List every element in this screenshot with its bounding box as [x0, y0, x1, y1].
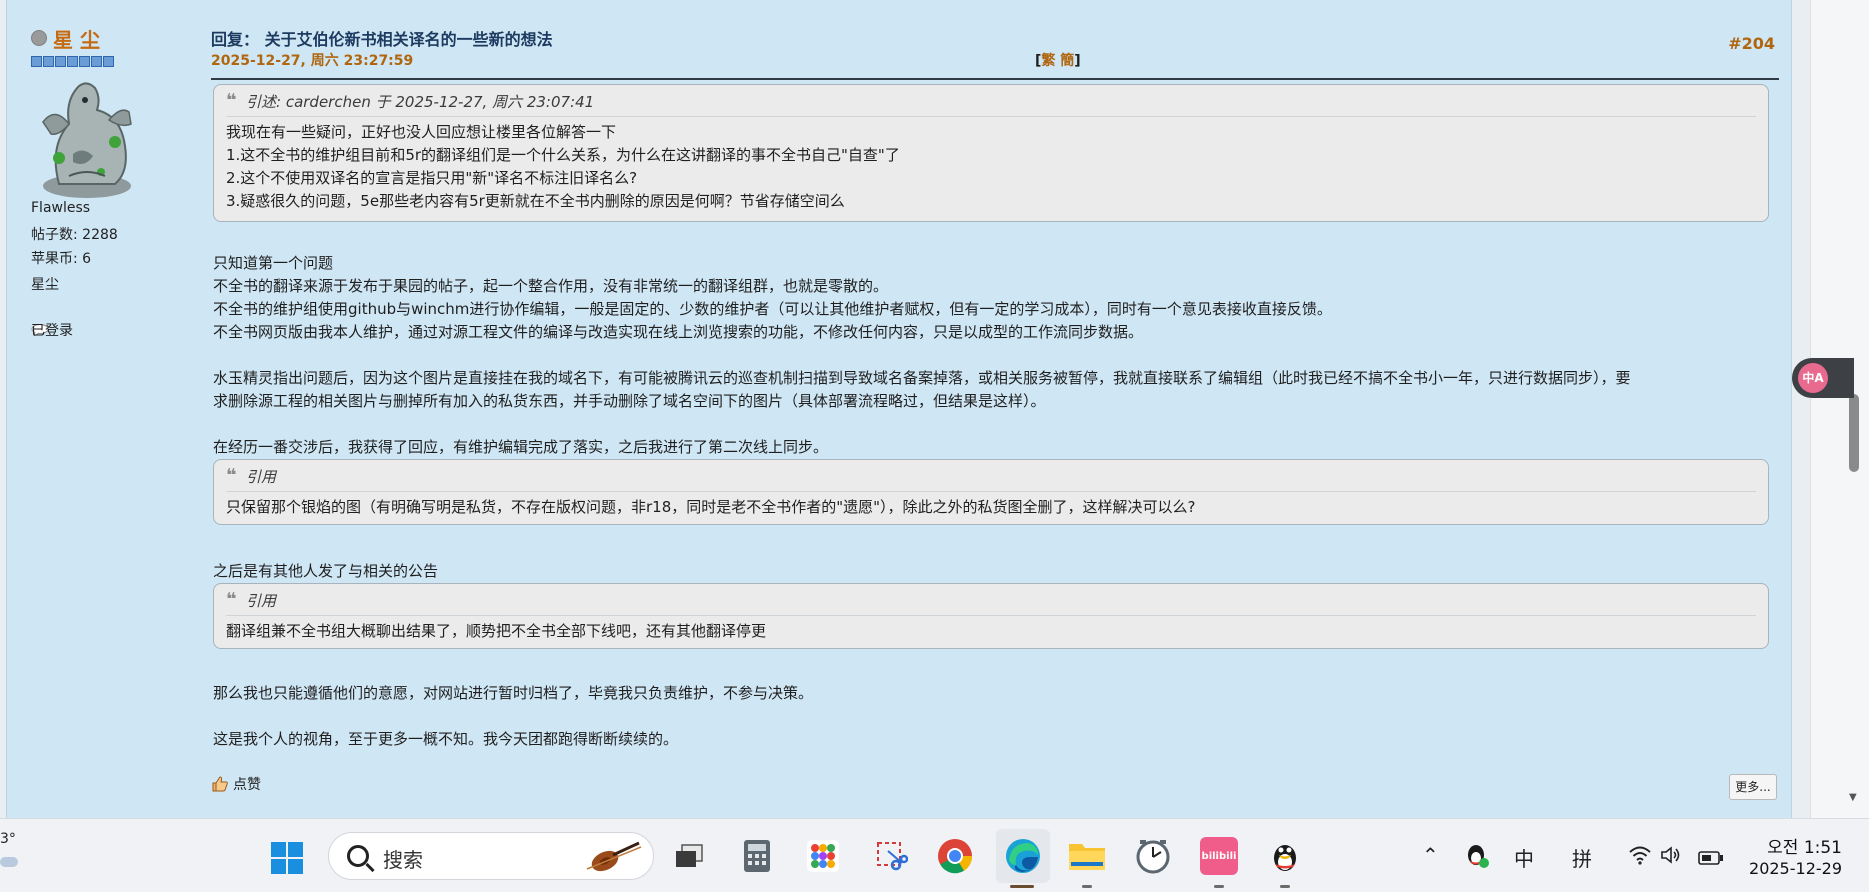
edge-active-indicator	[1010, 885, 1034, 888]
scrollbar-track[interactable]: ▼	[1810, 0, 1869, 818]
trad-simp-toggle: [繁 簡]	[1035, 53, 1081, 69]
like-label: 点赞	[233, 777, 261, 793]
volume-icon[interactable]	[1660, 845, 1682, 870]
quote-header-text: 引述: carderchen 于 2025-12-27, 周六 23:07:41	[246, 93, 595, 111]
quote-mark-icon: ❝	[226, 465, 237, 486]
post-date: 2025-12-27, 周六 23:27:59	[211, 53, 414, 69]
forum-post: 星 尘 Flawless 帖子数: 2288 苹果币: 6 星尘 已登录 回复：…	[6, 0, 1792, 818]
calculator-app[interactable]	[738, 837, 776, 875]
more-button[interactable]: 更多...	[1729, 774, 1777, 800]
clock-app[interactable]	[1134, 837, 1172, 875]
chrome-icon	[938, 839, 973, 874]
search-placeholder: 搜索	[383, 848, 423, 872]
paragraph: 不全书的翻译来源于发布于果园的帖子，起一个整合作用，没有非常统一的翻译组群，也就…	[213, 277, 889, 295]
paragraph: 水玉精灵指出问题后，因为这个图片是直接挂在我的域名下，有可能被腾讯云的巡查机制扫…	[213, 369, 1631, 387]
author-title: 星尘	[31, 277, 59, 293]
quote-header-text: 引用	[246, 468, 277, 486]
folder-icon	[1069, 844, 1105, 870]
taskbar-clock-date[interactable]: 2025-12-29	[1740, 859, 1842, 878]
traditional-link[interactable]: 繁	[1041, 53, 1055, 69]
post-header: 回复： 关于艾伯伦新书相关译名的一些新的想法 2025-12-27, 周六 23…	[211, 22, 1779, 80]
thumbs-up-icon	[212, 776, 228, 792]
author-username[interactable]: 星 尘	[53, 24, 100, 53]
quote-header: ❝ 引述: carderchen 于 2025-12-27, 周六 23:07:…	[226, 90, 1756, 117]
snipping-tool-app[interactable]	[872, 837, 910, 875]
quote-mark-icon: ❝	[226, 90, 237, 111]
translate-widget[interactable]: 中A	[1792, 358, 1854, 398]
quote-header: ❝ 引用	[226, 465, 1756, 492]
qq-penguin-icon	[1274, 845, 1296, 871]
post-title[interactable]: 回复： 关于艾伯伦新书相关译名的一些新的想法	[211, 26, 553, 50]
windows-taskbar: 3° 搜索 bilibili ⌃ 中 拼 오전 1:51 2025-12-29	[0, 818, 1869, 892]
post-number-link[interactable]: #204	[1728, 34, 1775, 53]
simplified-link[interactable]: 簡	[1060, 53, 1074, 69]
paragraph: 之后是有其他人发了与相关的公告	[213, 562, 439, 580]
violin-icon	[586, 841, 642, 872]
author-coins: 苹果币: 6	[31, 251, 92, 267]
quote-block-announcement: ❝ 引用 翻译组兼不全书组大概聊出结果了，顺势把不全书全部下线吧，还有其他翻译停…	[213, 583, 1769, 649]
ime-mode-indicator[interactable]: 拼	[1572, 843, 1592, 872]
quote-line: 3.疑惑很久的问题，5e那些老内容有5r更新就在不全书内删除的原因是何啊？节省存…	[226, 192, 845, 210]
quote-header: ❝ 引用	[226, 589, 1756, 616]
task-view-button[interactable]	[670, 837, 708, 875]
calculator-icon	[744, 840, 770, 872]
like-button[interactable]: 点赞	[211, 774, 261, 794]
scissors-icon	[877, 842, 908, 871]
quote-line: 1.这不全书的维护组目前和5r的翻译组们是一个什么关系，为什么在这讲翻译的事不全…	[226, 146, 900, 164]
ime-language-indicator[interactable]: 中	[1514, 843, 1534, 872]
edge-app[interactable]	[996, 829, 1050, 883]
qq-app[interactable]	[1266, 837, 1304, 875]
paragraph: 那么我也只能遵循他们的意愿，对网站进行暂时归档了，毕竟我只负责维护，不参与决策。	[213, 684, 814, 702]
bilibili-app[interactable]: bilibili	[1200, 837, 1238, 875]
qq-tray-penguin-icon	[1468, 845, 1489, 868]
quote-line: 只保留那个银焰的图（有明确写明是私货，不存在版权问题，非r18，同时是老不全书作…	[226, 498, 1196, 516]
quote-block-reference: ❝ 引用 只保留那个银焰的图（有明确写明是私货，不存在版权问题，非r18，同时是…	[213, 459, 1769, 525]
weather-icon[interactable]	[0, 857, 18, 867]
paragraph: 这是我个人的视角，至于更多一概不知。我今天团都跑得断断续续的。	[213, 730, 679, 748]
battery-icon[interactable]	[1698, 847, 1724, 871]
bilibili-icon: bilibili	[1201, 850, 1237, 862]
weather-temperature[interactable]: 3°	[0, 831, 16, 847]
author-login-status: 已登录	[31, 323, 73, 339]
paragraph: 不全书网页版由我本人维护，通过对源工程文件的编译与改造实现在线上浏览搜索的功能，…	[213, 323, 1144, 341]
wifi-icon[interactable]	[1628, 845, 1652, 870]
online-status-icon	[31, 30, 47, 46]
paragraph: 求删除源工程的相关图片与删掉所有加入的私货东西，并手动删除了域名空间下的图片（具…	[213, 392, 1046, 410]
forum-page: 星 尘 Flawless 帖子数: 2288 苹果币: 6 星尘 已登录 回复：…	[0, 0, 1810, 818]
qq-tray-icon[interactable]	[1464, 841, 1490, 874]
quote-line: 2.这个不使用双译名的宣言是指只用"新"译名不标注旧译名么?	[226, 169, 638, 187]
translate-icon: 中A	[1798, 363, 1828, 393]
bilibili-indicator	[1214, 885, 1224, 888]
taskbar-clock-time[interactable]: 오전 1:51	[1766, 833, 1842, 858]
paragraph: 不全书的维护组使用github与winchm进行协作编辑，一般是固定的、少数的维…	[213, 300, 1332, 318]
task-view-icon	[676, 844, 703, 867]
file-explorer-app[interactable]	[1068, 837, 1106, 875]
store-app[interactable]	[804, 837, 842, 875]
start-button[interactable]	[268, 839, 306, 877]
rank-icon	[31, 56, 114, 67]
show-hidden-icons-chevron-icon[interactable]: ⌃	[1422, 843, 1439, 867]
taskbar-search-box[interactable]: 搜索	[328, 832, 654, 880]
scroll-down-arrow-icon[interactable]: ▼	[1849, 792, 1857, 803]
qq-indicator	[1280, 885, 1290, 888]
app-grid-icon	[807, 840, 839, 872]
edge-icon	[1006, 839, 1040, 873]
author-group: Flawless	[31, 200, 91, 216]
quote-header-text: 引用	[246, 592, 277, 610]
windows-logo-icon	[271, 842, 303, 874]
search-icon	[347, 845, 369, 867]
quote-mark-icon: ❝	[226, 589, 237, 610]
quote-line: 我现在有一些疑问，正好也没人回应想让楼里各位解答一下	[226, 123, 617, 141]
chrome-app[interactable]	[936, 837, 974, 875]
quote-line: 翻译组兼不全书组大概聊出结果了，顺势把不全书全部下线吧，还有其他翻译停更	[226, 622, 767, 640]
quote-block-carderchen: ❝ 引述: carderchen 于 2025-12-27, 周六 23:07:…	[213, 84, 1769, 222]
scrollbar-thumb[interactable]	[1849, 394, 1859, 472]
paragraph: 在经历一番交涉后，我获得了回应，有维护编辑完成了落实，之后我进行了第二次线上同步…	[213, 438, 829, 456]
clock-icon	[1136, 840, 1170, 874]
paragraph: 只知道第一个问题	[213, 254, 334, 272]
explorer-indicator	[1082, 885, 1092, 888]
author-avatar[interactable]	[29, 76, 147, 202]
author-post-count: 帖子数: 2288	[31, 227, 118, 243]
